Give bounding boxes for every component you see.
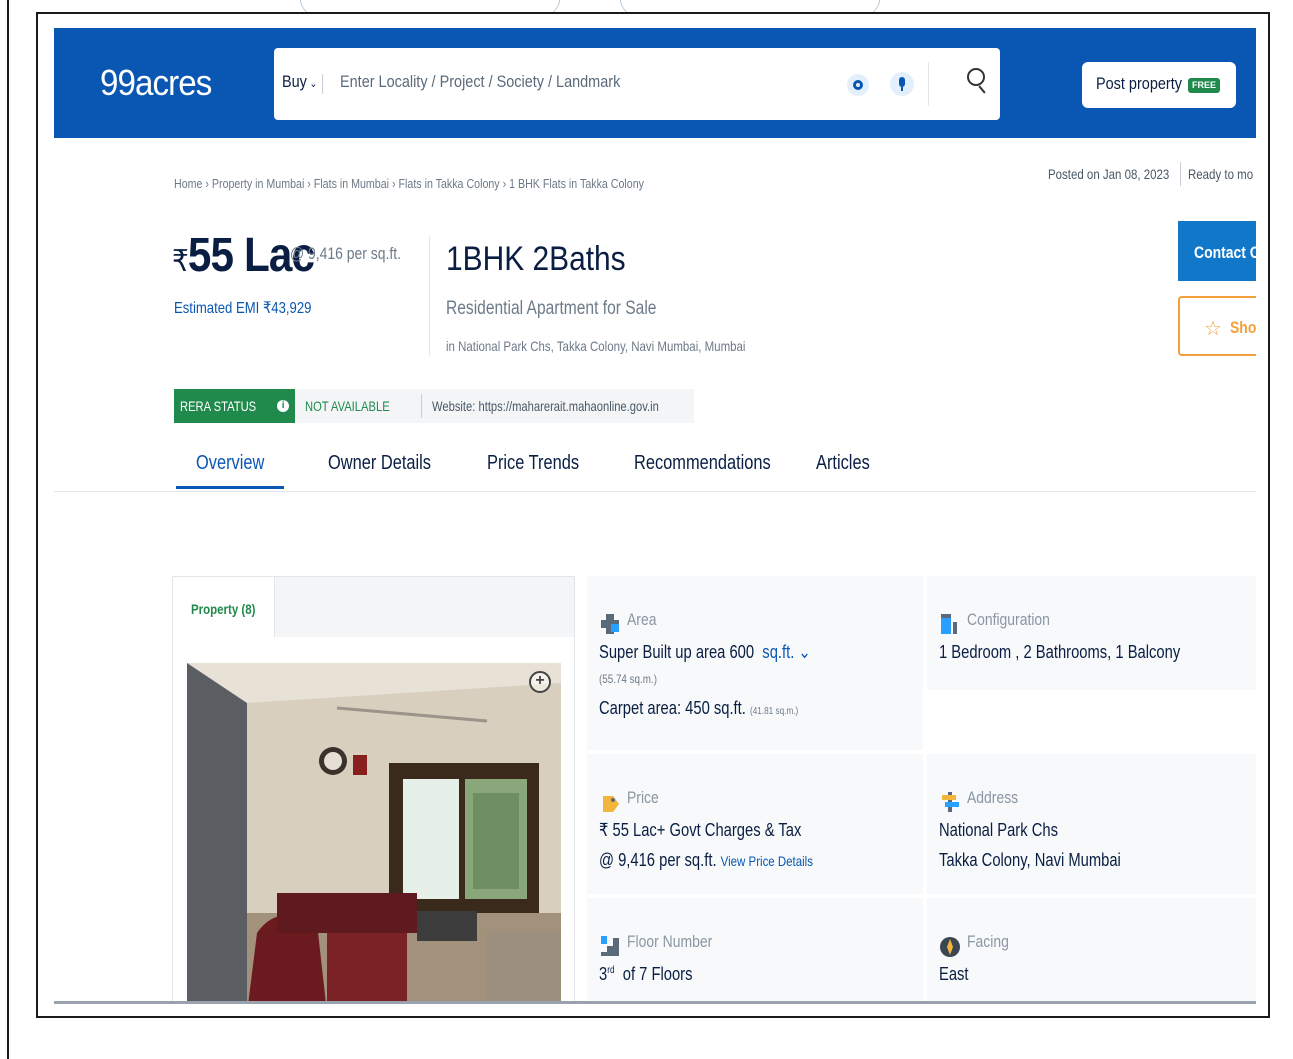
screenshot-frame: 99acres Buy ⌄ Enter Locality / Project / … <box>36 12 1270 1018</box>
detail-price: Price ₹ 55 Lac+ Govt Charges & Tax @ 9,4… <box>587 754 923 894</box>
section-tabs: Overview Owner Details Price Trends Reco… <box>54 438 1256 492</box>
page-edge <box>7 0 9 1059</box>
floor-label: Floor Number <box>627 932 713 951</box>
detail-address: Address National Park Chs Takka Colony, … <box>927 754 1256 894</box>
gallery-tabs: Property (8) <box>173 577 574 637</box>
tab-price-trends[interactable]: Price Trends <box>487 452 579 475</box>
zoom-icon[interactable]: + <box>529 671 551 693</box>
shortlist-label: Sho <box>1229 318 1256 337</box>
price-tag-icon <box>603 796 619 812</box>
price-value: ₹ 55 Lac+ Govt Charges & Tax <box>599 820 802 840</box>
divider <box>1180 162 1181 186</box>
price-per-sqft-text: @ 9,416 per sq.ft. <box>599 850 717 870</box>
floor-number: 3 <box>599 964 608 984</box>
floor-value: 3rd of 7 Floors <box>599 964 692 985</box>
facing-label: Facing <box>967 932 1009 951</box>
super-built-up-area: Super Built up area 600 sq.ft. ⌄ <box>599 642 811 663</box>
detail-floor: Floor Number 3rd of 7 Floors <box>587 898 923 1001</box>
post-property-button[interactable]: Post property FREE <box>1082 62 1236 108</box>
rera-website-text: Website: https://maharerait.mahaonline.g… <box>432 398 659 414</box>
rera-website[interactable]: Website: https://maharerait.mahaonline.g… <box>422 398 694 414</box>
ready-status: Ready to mo <box>1188 166 1254 182</box>
contact-owner-button[interactable]: Contact O <box>1178 221 1256 281</box>
shortlist-button[interactable]: ☆ Sho <box>1178 296 1256 356</box>
microphone-icon[interactable] <box>890 72 914 96</box>
configuration-icon <box>941 614 957 634</box>
detail-area: Area Super Built up area 600 sq.ft. ⌄ (5… <box>587 576 923 750</box>
divider <box>322 74 323 94</box>
rera-status-text: NOT AVAILABLE <box>305 398 390 414</box>
gallery-tab-label: Property (8) <box>191 601 256 617</box>
floor-suffix: rd <box>607 965 615 976</box>
unit-dropdown[interactable]: sq.ft. <box>762 642 794 662</box>
property-photo-image <box>187 663 561 1001</box>
address-line2: Takka Colony, Navi Mumbai <box>939 850 1121 870</box>
search-icon[interactable] <box>967 68 989 94</box>
property-title: 1BHK 2Baths <box>446 240 626 278</box>
location-icon[interactable] <box>847 74 869 96</box>
chevron-down-icon: ⌄ <box>309 78 318 90</box>
rera-status-row: RERA STATUS i NOT AVAILABLE Website: htt… <box>174 389 694 423</box>
breadcrumb[interactable]: Home › Property in Mumbai › Flats in Mum… <box>174 176 644 191</box>
property-details: Area Super Built up area 600 sq.ft. ⌄ (5… <box>587 576 1256 1001</box>
rera-badge-label: RERA STATUS <box>180 398 257 414</box>
address-line1: National Park Chs <box>939 820 1058 840</box>
detail-configuration: Configuration 1 Bedroom , 2 Bathrooms, 1… <box>927 576 1256 690</box>
tab-overview[interactable]: Overview <box>196 452 264 475</box>
price-per-sqft-detail: @ 9,416 per sq.ft. View Price Details <box>599 850 813 871</box>
rera-status: NOT AVAILABLE <box>295 398 421 414</box>
floor-icon <box>601 936 619 956</box>
area-icon <box>601 614 619 634</box>
carpet-area-text: Carpet area: 450 sq.ft. <box>599 698 746 718</box>
compass-icon <box>940 937 960 957</box>
buy-dropdown[interactable]: Buy ⌄ <box>282 72 317 92</box>
browser-viewport: 99acres Buy ⌄ Enter Locality / Project / … <box>54 28 1256 1004</box>
posted-date: Posted on Jan 08, 2023 <box>1048 166 1170 182</box>
tab-articles[interactable]: Articles <box>816 452 870 475</box>
site-header: 99acres Buy ⌄ Enter Locality / Project / … <box>54 28 1256 138</box>
detail-facing: Facing East <box>927 898 1256 1001</box>
divider <box>928 62 929 106</box>
configuration-value: 1 Bedroom , 2 Bathrooms, 1 Balcony <box>939 642 1181 662</box>
view-price-details-link[interactable]: View Price Details <box>721 853 813 869</box>
facing-value: East <box>939 964 969 984</box>
super-built-up-text: Super Built up area 600 <box>599 642 755 662</box>
rupee-symbol: ₹ <box>172 245 189 278</box>
spacer <box>927 694 1256 750</box>
area-label: Area <box>627 610 657 629</box>
property-type: Residential Apartment for Sale <box>446 298 657 319</box>
chevron-down-icon: ⌄ <box>794 642 811 662</box>
free-badge: FREE <box>1188 78 1220 93</box>
property-photo[interactable]: + <box>187 663 561 1001</box>
carpet-area-sqm: (41.81 sq.m.) <box>749 706 799 717</box>
divider <box>429 236 430 356</box>
post-property-label: Post property <box>1096 74 1182 93</box>
active-tab-indicator <box>176 486 284 489</box>
search-input[interactable]: Enter Locality / Project / Society / Lan… <box>340 72 620 92</box>
carpet-area: Carpet area: 450 sq.ft. (41.81 sq.m.) <box>599 698 798 719</box>
configuration-label: Configuration <box>967 610 1050 629</box>
address-label: Address <box>967 788 1019 807</box>
property-location: in National Park Chs, Takka Colony, Navi… <box>446 338 746 354</box>
photo-gallery: Property (8) + <box>172 576 575 1001</box>
floor-total: of 7 Floors <box>622 964 693 984</box>
price-label: Price <box>627 788 659 807</box>
gallery-tab-property[interactable]: Property (8) <box>173 577 275 637</box>
rera-badge: RERA STATUS i <box>174 389 296 423</box>
info-icon[interactable]: i <box>277 400 290 412</box>
super-built-up-sqm: (55.74 sq.m.) <box>599 672 657 686</box>
site-logo[interactable]: 99acres <box>100 62 212 104</box>
buy-label: Buy <box>282 72 307 91</box>
tab-recommendations[interactable]: Recommendations <box>634 452 771 475</box>
signpost-icon <box>942 792 959 812</box>
tab-owner-details[interactable]: Owner Details <box>328 452 431 475</box>
star-icon: ☆ <box>1204 318 1222 340</box>
price-per-sqft: @ 9,416 per sq.ft. <box>290 244 402 263</box>
estimated-emi-link[interactable]: Estimated EMI ₹43,929 <box>174 298 311 318</box>
contact-label: Contact O <box>1194 243 1256 262</box>
search-bar: Buy ⌄ Enter Locality / Project / Society … <box>274 48 1000 120</box>
